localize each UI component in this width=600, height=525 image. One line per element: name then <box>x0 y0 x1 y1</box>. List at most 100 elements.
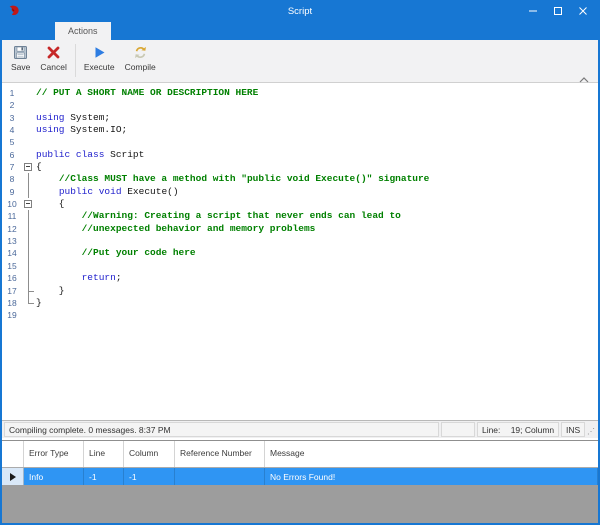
code-line[interactable]: 5 <box>2 136 598 148</box>
maximize-button[interactable] <box>552 4 564 18</box>
fold-margin <box>22 272 36 284</box>
line-number: 19 <box>2 309 22 321</box>
column-header-column[interactable]: Column <box>124 441 175 467</box>
code-text: } <box>36 297 42 309</box>
status-spacer-cell <box>441 422 475 437</box>
line-number: 17 <box>2 285 22 297</box>
grid-cell-error-type[interactable]: Info <box>24 468 84 485</box>
compile-label: Compile <box>125 62 156 72</box>
code-text: // PUT A SHORT NAME OR DESCRIPTION HERE <box>36 87 258 99</box>
grid-cell-message[interactable]: No Errors Found! <box>265 468 598 485</box>
code-line[interactable]: 8 //Class MUST have a method with "publi… <box>2 173 598 185</box>
code-line[interactable]: 15 <box>2 260 598 272</box>
line-number: 9 <box>2 186 22 198</box>
fold-margin <box>22 285 36 297</box>
line-number: 11 <box>2 210 22 222</box>
save-label: Save <box>11 62 30 72</box>
code-line[interactable]: 13 <box>2 235 598 247</box>
line-number: 6 <box>2 149 22 161</box>
code-line[interactable]: 3using System; <box>2 112 598 124</box>
line-number: 4 <box>2 124 22 136</box>
column-header-line[interactable]: Line <box>84 441 124 467</box>
app-logo-icon <box>7 4 21 18</box>
code-text: { <box>36 198 65 210</box>
code-editor[interactable]: 1// PUT A SHORT NAME OR DESCRIPTION HERE… <box>2 83 598 420</box>
chevron-up-icon[interactable] <box>578 71 590 79</box>
compile-button[interactable]: Compile <box>120 40 161 74</box>
status-insert-mode: INS <box>561 422 585 437</box>
code-line[interactable]: 11 //Warning: Creating a script that nev… <box>2 210 598 222</box>
code-lines: 1// PUT A SHORT NAME OR DESCRIPTION HERE… <box>2 87 598 322</box>
grid-header-row: Error Type Line Column Reference Number … <box>2 441 598 468</box>
line-number: 5 <box>2 136 22 148</box>
code-text: public class Script <box>36 149 144 161</box>
ribbon-tab-row: Actions <box>2 22 598 40</box>
titlebar: Script <box>2 0 598 22</box>
code-text: return; <box>36 272 122 284</box>
save-button[interactable]: Save <box>6 40 35 74</box>
close-button[interactable] <box>577 4 589 18</box>
line-number: 3 <box>2 112 22 124</box>
code-text: //Put your code here <box>36 247 196 259</box>
fold-margin <box>22 87 36 99</box>
window-title: Script <box>2 0 598 22</box>
resize-grip-icon[interactable]: ⋰ <box>587 422 596 437</box>
grid-row[interactable]: Info -1 -1 No Errors Found! <box>2 468 598 485</box>
fold-margin <box>22 223 36 235</box>
code-text: public void Execute() <box>36 186 179 198</box>
fold-collapse-icon[interactable] <box>22 198 36 210</box>
grid-cell-column[interactable]: -1 <box>124 468 175 485</box>
tab-actions[interactable]: Actions <box>55 22 111 40</box>
status-line-column: Line:19; Column <box>477 422 559 437</box>
execute-button[interactable]: Execute <box>79 40 120 74</box>
minimize-button[interactable] <box>527 4 539 18</box>
line-number: 16 <box>2 272 22 284</box>
code-line[interactable]: 17 } <box>2 285 598 297</box>
code-line[interactable]: 18} <box>2 297 598 309</box>
grid-cell-line[interactable]: -1 <box>84 468 124 485</box>
code-line[interactable]: 7{ <box>2 161 598 173</box>
code-text: using System.IO; <box>36 124 127 136</box>
fold-margin <box>22 112 36 124</box>
fold-margin <box>22 309 36 321</box>
status-bar: Compiling complete. 0 messages. 8:37 PM … <box>2 420 598 438</box>
toolbar-separator <box>75 44 76 77</box>
status-line-label: Line: <box>482 425 500 435</box>
play-icon <box>92 45 107 60</box>
fold-margin <box>22 186 36 198</box>
line-number: 2 <box>2 99 22 111</box>
code-line[interactable]: 1// PUT A SHORT NAME OR DESCRIPTION HERE <box>2 87 598 99</box>
refresh-icon <box>133 45 148 60</box>
fold-margin <box>22 173 36 185</box>
messages-grid: Error Type Line Column Reference Number … <box>2 440 598 523</box>
code-line[interactable]: 2 <box>2 99 598 111</box>
code-line[interactable]: 6 public class Script <box>2 149 598 161</box>
actions-toolbar: Save Cancel Execute <box>2 40 598 83</box>
status-message: Compiling complete. 0 messages. 8:37 PM <box>4 422 439 437</box>
window-controls <box>527 4 598 18</box>
code-line[interactable]: 19 <box>2 309 598 321</box>
code-line[interactable]: 9 public void Execute() <box>2 186 598 198</box>
code-line[interactable]: 14 //Put your code here <box>2 247 598 259</box>
code-text: //Class MUST have a method with "public … <box>36 173 429 185</box>
save-icon <box>13 45 28 60</box>
code-line[interactable]: 10 { <box>2 198 598 210</box>
cancel-button[interactable]: Cancel <box>35 40 71 74</box>
column-header-error-type[interactable]: Error Type <box>24 441 84 467</box>
script-window: Script Actions <box>0 0 600 525</box>
line-number: 13 <box>2 235 22 247</box>
cancel-label: Cancel <box>40 62 66 72</box>
fold-collapse-icon[interactable] <box>22 161 36 173</box>
code-line[interactable]: 16 return; <box>2 272 598 284</box>
column-header-reference-number[interactable]: Reference Number <box>175 441 265 467</box>
column-header-message[interactable]: Message <box>265 441 598 467</box>
line-number: 12 <box>2 223 22 235</box>
grid-empty-area <box>2 485 598 523</box>
fold-margin <box>22 136 36 148</box>
line-number: 14 <box>2 247 22 259</box>
code-line[interactable]: 12 //unexpected behavior and memory prob… <box>2 223 598 235</box>
grid-cell-reference-number[interactable] <box>175 468 265 485</box>
line-number: 18 <box>2 297 22 309</box>
row-selector-cell[interactable] <box>2 468 24 485</box>
code-line[interactable]: 4 using System.IO; <box>2 124 598 136</box>
